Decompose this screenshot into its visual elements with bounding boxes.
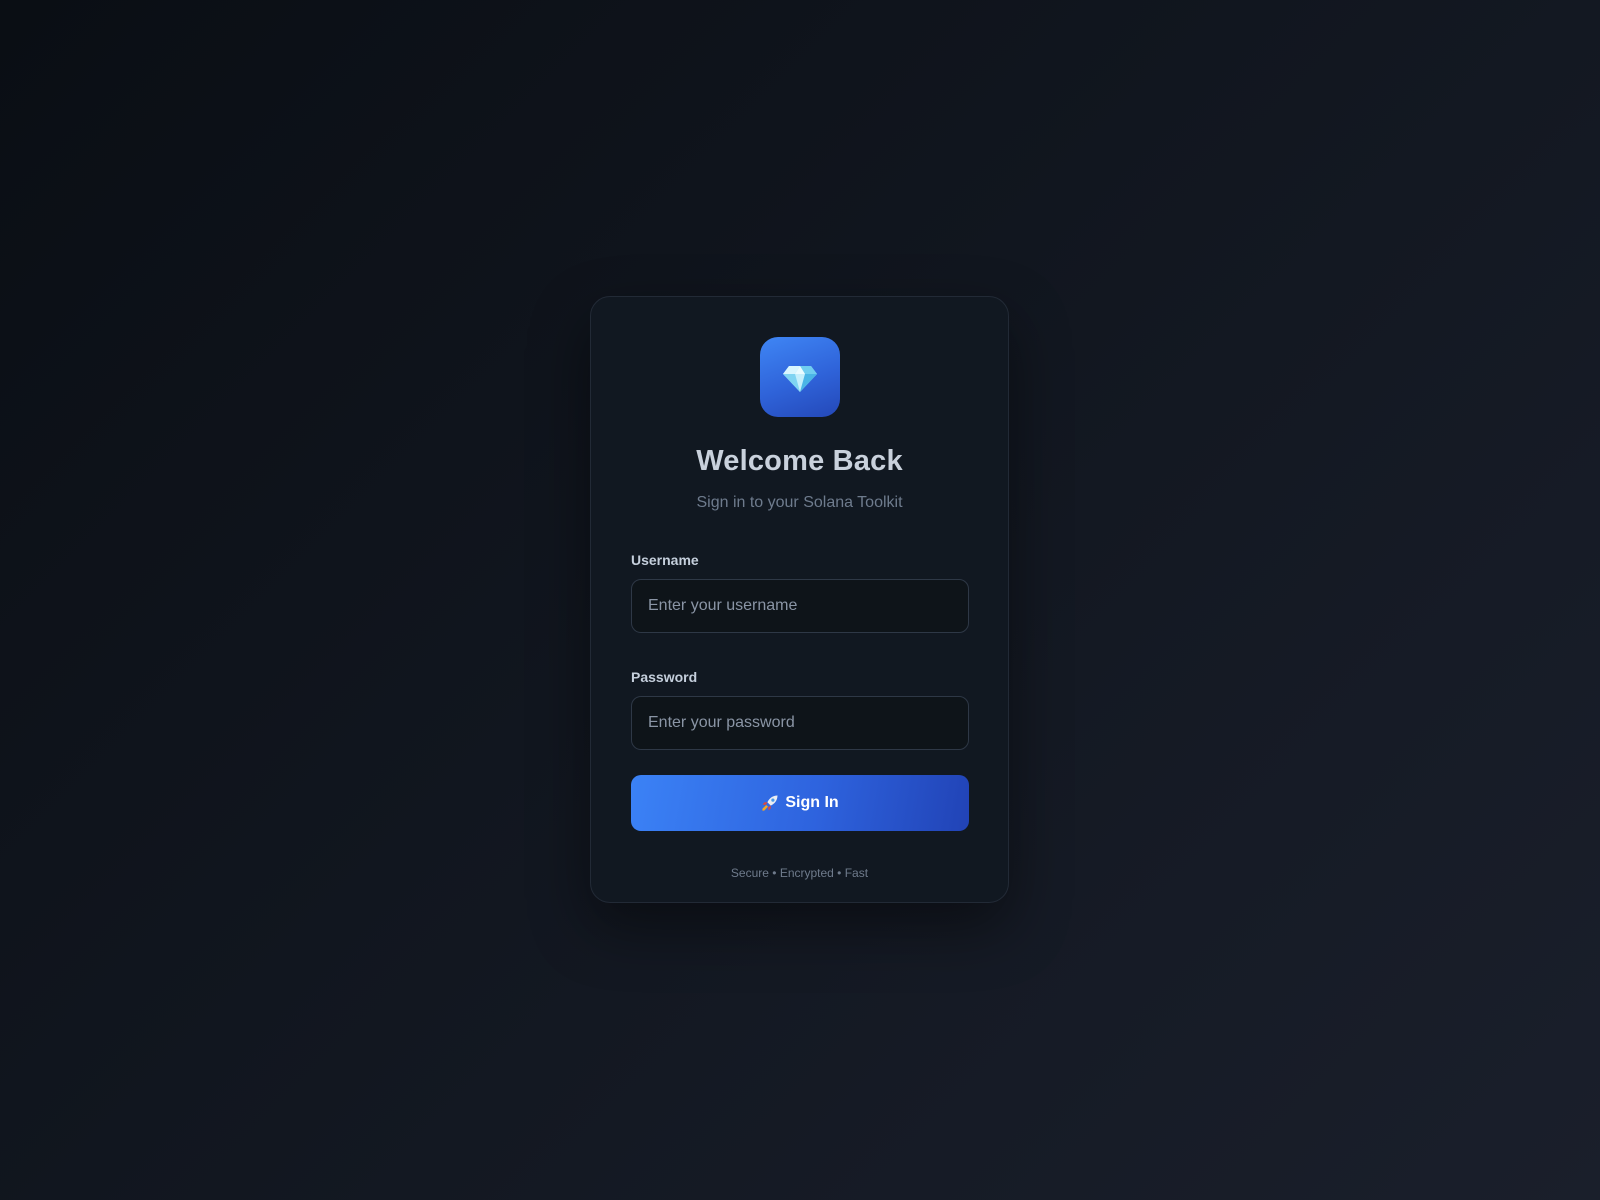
- username-label: Username: [631, 552, 699, 568]
- username-input[interactable]: [631, 579, 969, 633]
- gem-icon: [782, 366, 817, 392]
- password-label: Password: [631, 669, 698, 685]
- sign-in-label: Sign In: [785, 794, 839, 811]
- page-subtitle: Sign in to your Solana Toolkit: [696, 494, 903, 511]
- sign-in-button[interactable]: Sign In: [631, 775, 969, 831]
- password-input[interactable]: [631, 696, 969, 750]
- app-logo: [759, 337, 840, 417]
- rocket-icon: [762, 795, 778, 811]
- page-title: Welcome Back: [696, 445, 903, 477]
- security-note: Secure • Encrypted • Fast: [730, 866, 869, 880]
- login-card: Welcome Back Sign in to your Solana Tool…: [590, 296, 1009, 903]
